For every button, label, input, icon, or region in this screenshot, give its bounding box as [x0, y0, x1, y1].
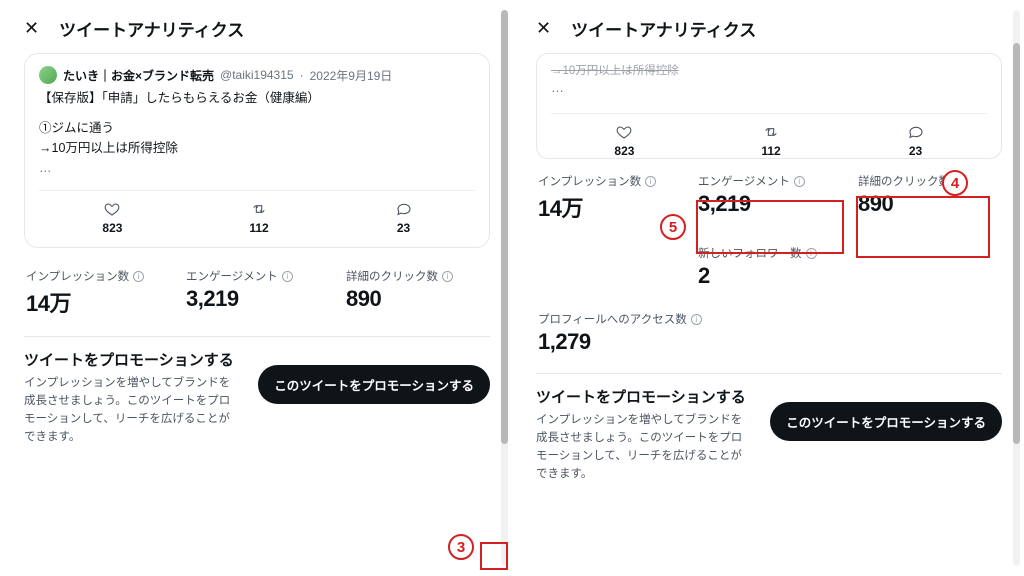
- separator-dot: ·: [300, 68, 304, 82]
- replies-count: 23: [397, 221, 410, 235]
- annotation-5: 5: [660, 214, 686, 240]
- scrollbar-thumb[interactable]: [501, 10, 508, 444]
- info-icon[interactable]: i: [282, 271, 293, 282]
- retweets-stat[interactable]: 112: [761, 124, 780, 158]
- promo-section: ツイートをプロモーションする インプレッションを増やしてブランドを成長させましょ…: [24, 351, 490, 447]
- retweet-icon: [763, 124, 779, 140]
- tweet-header: たいき｜お金×ブランド転売 @taiki194315 · 2022年9月19日: [39, 66, 475, 84]
- info-icon[interactable]: i: [645, 176, 656, 187]
- likes-stat[interactable]: 823: [614, 124, 634, 158]
- metric-engagements: エンゲージメント i 3,219: [186, 268, 306, 318]
- metric-value: 14万: [538, 191, 658, 223]
- tweet-username: たいき｜お金×ブランド転売: [63, 67, 214, 84]
- avatar: [39, 66, 57, 84]
- close-icon[interactable]: ✕: [24, 18, 39, 39]
- retweets-stat[interactable]: 112: [249, 201, 268, 235]
- likes-count: 823: [102, 221, 122, 235]
- metric-detail-clicks: 詳細のクリック数 i 890: [346, 268, 466, 318]
- metric-value: 2: [698, 263, 818, 289]
- panel-header: ✕ ツイートアナリティクス: [24, 16, 490, 41]
- promo-desc: インプレッションを増やしてブランドを成長させましょう。このツイートをプロモーショ…: [24, 375, 240, 446]
- retweets-count: 112: [761, 144, 780, 158]
- metric-label: プロフィールへのアクセス数: [538, 311, 687, 327]
- tweet-line: 【保存版】「申請」したらもらえるお金（健康編）: [39, 88, 475, 108]
- info-icon[interactable]: i: [691, 314, 702, 325]
- likes-stat[interactable]: 823: [102, 201, 122, 235]
- metric-label: インプレッション数: [538, 173, 641, 189]
- likes-count: 823: [614, 144, 634, 158]
- replies-stat[interactable]: 23: [396, 201, 412, 235]
- panel-header: ✕ ツイートアナリティクス: [536, 16, 1002, 41]
- analytics-panel-left: ✕ ツイートアナリティクス たいき｜お金×ブランド転売 @taiki194315…: [0, 0, 512, 576]
- metric-impressions: インプレッション数 i 14万: [26, 268, 146, 318]
- heart-icon: [104, 201, 120, 217]
- scrollbar[interactable]: [1013, 10, 1020, 566]
- metric-value: 890: [346, 286, 466, 312]
- annotation-box-3: [480, 542, 508, 570]
- promo-desc: インプレッションを増やしてブランドを成長させましょう。このツイートをプロモーショ…: [536, 412, 752, 483]
- metric-label: 詳細のクリック数: [858, 173, 950, 189]
- promote-button[interactable]: このツイートをプロモーションする: [770, 402, 1002, 441]
- replies-stat[interactable]: 23: [908, 124, 924, 158]
- reply-icon: [396, 201, 412, 217]
- page-title: ツイートアナリティクス: [571, 16, 756, 41]
- divider: [24, 336, 490, 337]
- promo-title: ツイートをプロモーションする: [536, 388, 752, 408]
- reply-icon: [908, 124, 924, 140]
- engagement-row: 823 112 23: [39, 190, 475, 235]
- metric-value: 1,279: [538, 329, 702, 355]
- snippet-line: →10万円以上は所得控除: [551, 62, 987, 78]
- tweet-handle: @taiki194315: [220, 68, 294, 82]
- info-icon[interactable]: i: [794, 176, 805, 187]
- metric-label: エンゲージメント: [698, 173, 790, 189]
- close-icon[interactable]: ✕: [536, 18, 551, 39]
- scrollbar[interactable]: [501, 10, 508, 566]
- info-icon[interactable]: i: [133, 271, 144, 282]
- metric-label: インプレッション数: [26, 268, 129, 284]
- metric-value: 14万: [26, 286, 146, 318]
- heart-icon: [616, 124, 632, 140]
- replies-count: 23: [909, 144, 922, 158]
- tweet-ellipsis[interactable]: …: [39, 158, 475, 178]
- promo-section: ツイートをプロモーションする インプレッションを増やしてブランドを成長させましょ…: [536, 388, 1002, 484]
- annotation-box-5: [696, 200, 844, 254]
- tweet-line: →10万円以上は所得控除: [39, 138, 475, 158]
- info-icon[interactable]: i: [442, 271, 453, 282]
- tweet-ellipsis[interactable]: …: [551, 78, 987, 101]
- annotation-box-4: [856, 196, 990, 258]
- metric-label: 詳細のクリック数: [346, 268, 438, 284]
- page-title: ツイートアナリティクス: [59, 16, 244, 41]
- divider: [536, 373, 1002, 374]
- metric-label: エンゲージメント: [186, 268, 278, 284]
- tweet-card: たいき｜お金×ブランド転売 @taiki194315 · 2022年9月19日 …: [24, 53, 490, 248]
- tweet-line: ①ジムに通う: [39, 118, 475, 138]
- tweet-date: 2022年9月19日: [310, 67, 393, 84]
- annotation-3: 3: [448, 534, 474, 560]
- analytics-panel-right: ✕ ツイートアナリティクス →10万円以上は所得控除 … 823 112 23 …: [512, 0, 1024, 576]
- metric-value: 3,219: [186, 286, 306, 312]
- retweets-count: 112: [249, 221, 268, 235]
- metric-profile-visits: プロフィールへのアクセス数 i 1,279: [538, 311, 702, 355]
- metric-impressions: インプレッション数 i 14万: [538, 173, 658, 223]
- tweet-snippet: →10万円以上は所得控除 … 823 112 23: [536, 53, 1002, 159]
- metrics-row: インプレッション数 i 14万 エンゲージメント i 3,219 詳細のクリック数 i…: [24, 262, 490, 330]
- tweet-body: 【保存版】「申請」したらもらえるお金（健康編） ①ジムに通う →10万円以上は所…: [39, 88, 475, 178]
- metric-spacer: [538, 245, 658, 289]
- annotation-4: 4: [942, 170, 968, 196]
- retweet-icon: [251, 201, 267, 217]
- promo-title: ツイートをプロモーションする: [24, 351, 240, 371]
- promote-button[interactable]: このツイートをプロモーションする: [258, 365, 490, 404]
- scrollbar-thumb[interactable]: [1013, 43, 1020, 443]
